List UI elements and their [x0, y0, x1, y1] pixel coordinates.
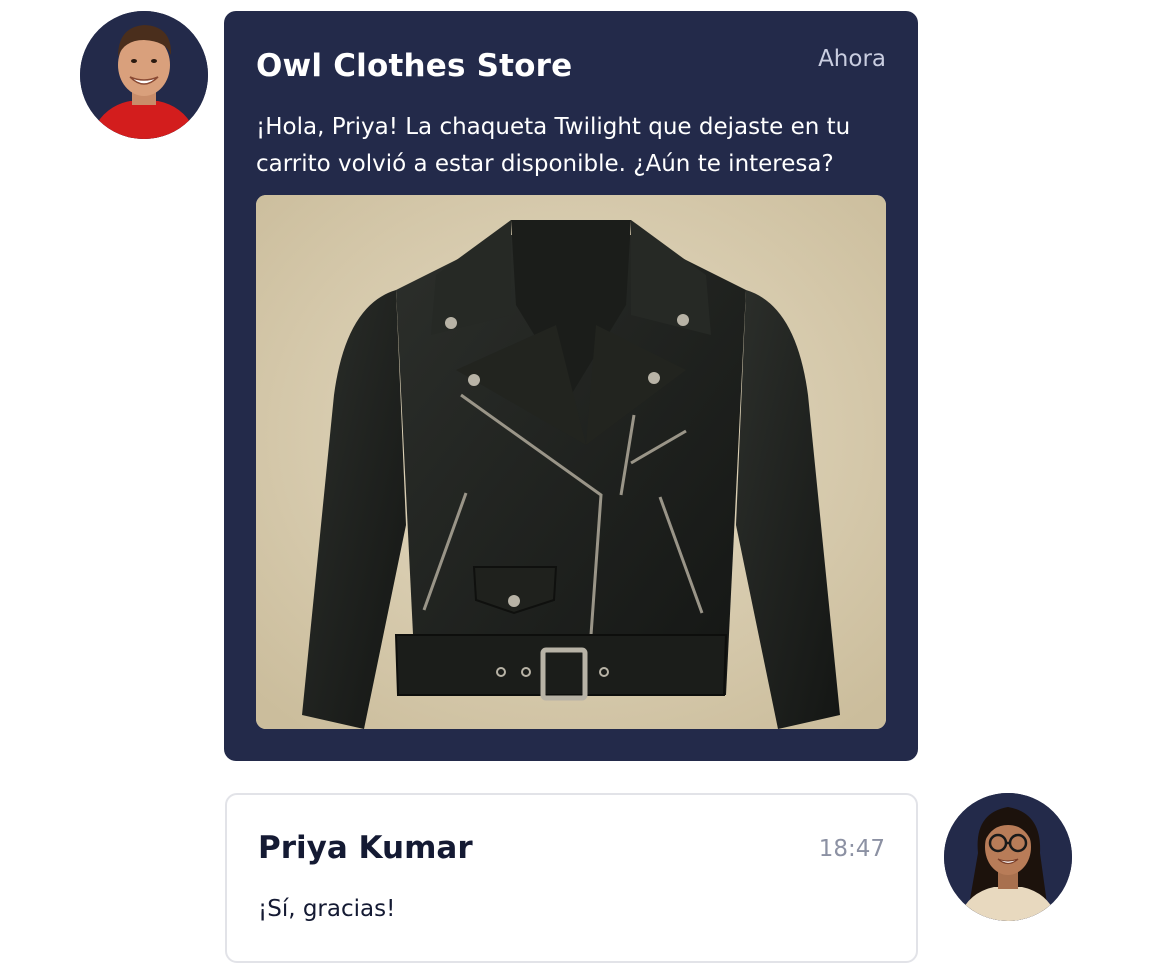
store-avatar[interactable] — [80, 11, 208, 139]
sender-name: Priya Kumar — [258, 830, 473, 866]
message-timestamp: 18:47 — [818, 836, 885, 862]
message-text: ¡Hola, Priya! La chaqueta Twilight que d… — [256, 114, 851, 177]
incoming-message-bubble: Owl Clothes Store Ahora ¡Hola, Priya! La… — [224, 11, 918, 761]
message-timestamp: Ahora — [818, 46, 886, 72]
message-text: ¡Sí, gracias! — [258, 896, 396, 922]
outgoing-message-bubble: Priya Kumar 18:47 ¡Sí, gracias! — [225, 793, 918, 963]
user-avatar[interactable] — [944, 793, 1072, 921]
product-image[interactable] — [256, 195, 886, 729]
sender-name: Owl Clothes Store — [256, 48, 573, 84]
